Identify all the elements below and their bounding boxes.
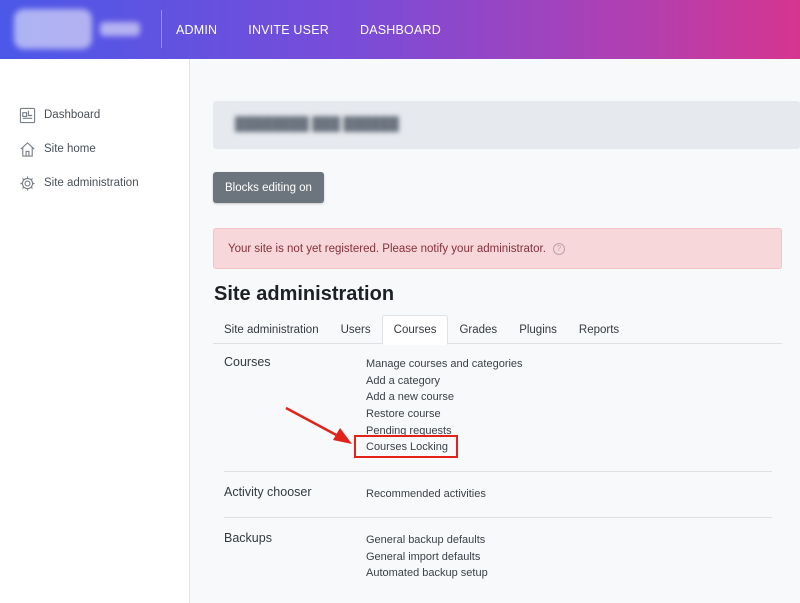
- nav-links: ADMIN INVITE USER DASHBOARD: [176, 0, 472, 59]
- annotation-highlight-box: [354, 435, 458, 458]
- tab-plugins[interactable]: Plugins: [508, 315, 568, 344]
- tab-grades[interactable]: Grades: [448, 315, 508, 344]
- admin-tabs: Site administration Users Courses Grades…: [213, 315, 782, 345]
- logo-text: [100, 22, 140, 36]
- section-title: Backups: [224, 531, 272, 545]
- site-logo[interactable]: [14, 7, 146, 51]
- section-divider: [224, 471, 772, 472]
- section-activity-chooser: Activity chooser Recommended activities: [224, 485, 772, 515]
- link-restore-course[interactable]: Restore course: [366, 406, 523, 423]
- nav-link-dashboard[interactable]: DASHBOARD: [360, 23, 441, 37]
- section-links: Recommended activities: [366, 486, 486, 503]
- section-courses: Courses Manage courses and categories Ad…: [224, 355, 772, 465]
- sidebar-item-label: Site home: [44, 143, 96, 155]
- logo-badge: [14, 9, 92, 49]
- main-content: ████████ ███ ██████ Blocks editing on Yo…: [191, 59, 800, 603]
- tab-site-administration[interactable]: Site administration: [213, 315, 330, 344]
- link-manage-courses[interactable]: Manage courses and categories: [366, 356, 523, 373]
- link-general-backup-defaults[interactable]: General backup defaults: [366, 532, 488, 549]
- course-title-blurred: ████████ ███ ██████: [235, 116, 399, 131]
- link-automated-backup-setup[interactable]: Automated backup setup: [366, 565, 488, 582]
- sidebar-item-site-home[interactable]: Site home: [18, 139, 96, 159]
- nav-divider: [161, 10, 162, 48]
- sidebar-item-label: Site administration: [44, 177, 139, 189]
- tab-reports[interactable]: Reports: [568, 315, 630, 344]
- help-icon[interactable]: ?: [552, 242, 565, 255]
- link-add-new-course[interactable]: Add a new course: [366, 389, 523, 406]
- sidebar-item-label: Dashboard: [44, 109, 101, 121]
- alert-text: Your site is not yet registered. Please …: [228, 242, 546, 255]
- page-title: Site administration: [214, 283, 395, 305]
- sidebar-item-dashboard[interactable]: Dashboard: [18, 105, 100, 125]
- nav-link-invite-user[interactable]: INVITE USER: [248, 23, 329, 37]
- section-links: General backup defaults General import d…: [366, 532, 488, 582]
- home-icon: [18, 140, 36, 158]
- section-divider: [224, 517, 772, 518]
- link-general-import-defaults[interactable]: General import defaults: [366, 549, 488, 566]
- sidebar: Dashboard Site home Site administration: [0, 59, 190, 603]
- nav-link-admin[interactable]: ADMIN: [176, 23, 217, 37]
- blocks-editing-button[interactable]: Blocks editing on: [213, 172, 324, 203]
- link-recommended-activities[interactable]: Recommended activities: [366, 486, 486, 503]
- top-navbar: ADMIN INVITE USER DASHBOARD: [0, 0, 800, 59]
- course-header: ████████ ███ ██████: [213, 101, 800, 149]
- link-add-category[interactable]: Add a category: [366, 373, 523, 390]
- section-title: Courses: [224, 355, 271, 369]
- tab-users[interactable]: Users: [330, 315, 382, 344]
- dashboard-icon: [18, 106, 36, 124]
- registration-alert: Your site is not yet registered. Please …: [213, 228, 782, 269]
- sidebar-item-site-administration[interactable]: Site administration: [18, 173, 139, 193]
- gear-icon: [18, 174, 36, 192]
- tab-courses[interactable]: Courses: [381, 315, 449, 345]
- section-title: Activity chooser: [224, 485, 312, 499]
- section-backups: Backups General backup defaults General …: [224, 531, 772, 591]
